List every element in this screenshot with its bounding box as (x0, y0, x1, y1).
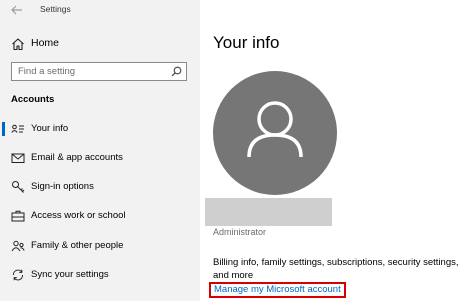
manage-microsoft-account-link[interactable]: Manage my Microsoft account (209, 282, 346, 298)
sidebar-item-label: Sync your settings (31, 269, 109, 280)
section-heading-accounts: Accounts (11, 94, 55, 105)
sidebar-item-access-work-school[interactable]: Access work or school (0, 205, 200, 227)
sidebar-item-sync-settings[interactable]: Sync your settings (0, 264, 200, 286)
search-icon[interactable] (171, 66, 182, 77)
user-silhouette-icon (247, 101, 303, 158)
search-box[interactable] (11, 62, 187, 81)
settings-window: Settings Home Accounts Your info (0, 0, 474, 301)
back-arrow-icon (11, 5, 22, 15)
main-content: Your info Administrator Billing info, fa… (200, 0, 474, 301)
sidebar-item-family-other-people[interactable]: Family & other people (0, 235, 200, 257)
account-type-label: Administrator (213, 227, 267, 237)
selected-indicator (2, 122, 5, 136)
sidebar-item-label: Family & other people (31, 240, 124, 251)
sidebar-item-label: Sign-in options (31, 181, 94, 192)
sidebar-item-sign-in-options[interactable]: Sign-in options (0, 176, 200, 198)
mail-icon (11, 153, 25, 163)
people-icon (11, 240, 25, 252)
redacted-user-name (205, 198, 332, 226)
home-label: Home (31, 37, 60, 49)
sidebar-item-email-app-accounts[interactable]: Email & app accounts (0, 147, 200, 169)
briefcase-icon (11, 210, 25, 222)
sidebar: Settings Home Accounts Your info (0, 0, 200, 301)
sidebar-item-label: Your info (31, 123, 69, 134)
sync-icon (13, 269, 23, 281)
sidebar-item-your-info[interactable]: Your info (0, 118, 200, 140)
search-input[interactable] (18, 64, 168, 79)
back-button[interactable] (6, 2, 28, 18)
app-title: Settings (40, 4, 71, 14)
person-card-icon (11, 124, 24, 133)
billing-description: Billing info, family settings, subscript… (213, 257, 459, 281)
sidebar-item-label: Email & app accounts (31, 152, 123, 163)
page-title: Your info (213, 33, 280, 52)
avatar (213, 71, 337, 195)
title-bar: Settings (0, 0, 200, 22)
home-nav-item[interactable]: Home (0, 34, 200, 54)
key-icon (12, 181, 25, 193)
sidebar-item-label: Access work or school (31, 210, 126, 221)
home-icon (12, 38, 24, 51)
